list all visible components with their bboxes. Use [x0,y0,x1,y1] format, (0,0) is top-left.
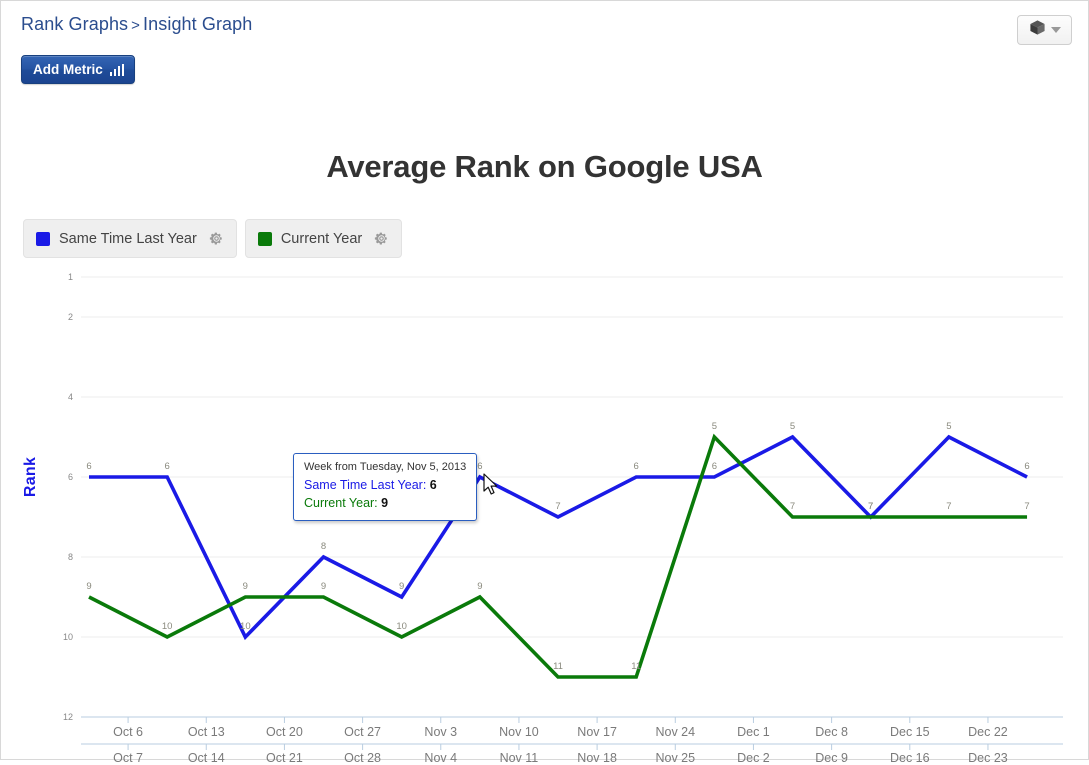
x-axis-tick-label: Oct 28 [344,751,382,765]
data-point-label: 6 [86,461,92,472]
gear-icon[interactable] [374,231,389,246]
x-axis-tick-label: Dec 2 [737,751,770,765]
data-point-label: 11 [553,661,563,672]
legend-color-swatch [257,231,272,246]
legend-item-same-time-last-year[interactable]: Same Time Last Year [23,219,237,258]
data-point-label: 9 [242,581,248,592]
breadcrumb-link-rank-graphs[interactable]: Rank Graphs [21,14,128,34]
data-point-label: 11 [631,661,642,672]
y-axis-tick-label: 4 [67,392,73,402]
data-point-label: 6 [1024,461,1030,472]
mouse-cursor-icon [483,473,500,502]
x-axis-tick-label: Dec 9 [815,751,848,765]
legend-item-label: Current Year [280,230,363,247]
data-point-label: 7 [789,501,796,512]
legend-item-current-year[interactable]: Current Year [244,219,403,258]
app-page: Rank Graphs > Insight Graph Add Metric Ave… [0,0,1089,765]
x-axis-tick-label: Oct 20 [266,725,303,739]
y-axis-label: Rank [22,456,39,498]
data-point-label: 6 [164,461,170,472]
x-axis-tick-label: Nov 11 [499,751,539,765]
data-point-label: 9 [320,581,327,592]
x-axis-tick-label: Dec 8 [815,725,848,739]
data-point-label: 7 [868,501,874,512]
tooltip-row-last-year-label: Same Time Last Year: [304,477,427,492]
add-metric-label: Add Metric [33,62,103,77]
x-axis-tick-label: Dec 23 [968,751,1008,765]
data-point-label: 7 [946,501,952,512]
data-point-label: 7 [555,501,561,512]
legend-item-label: Same Time Last Year [59,230,197,247]
data-point-label: 6 [711,461,718,472]
data-point-label: 9 [477,581,483,592]
tooltip-header: Week from Tuesday, Nov 5, 2013 [304,461,467,473]
x-axis-tick-label: Nov 4 [424,751,458,765]
bar-chart-icon [109,63,125,76]
y-axis-tick-label: 12 [62,712,73,722]
cube-icon [1029,19,1046,41]
tooltip-row-current-year: Current Year: 9 [304,494,466,512]
add-metric-button[interactable]: Add Metric [21,55,136,84]
legend-color-swatch [36,231,50,246]
caret-down-icon [1050,27,1061,33]
breadcrumb-separator: > [131,17,141,34]
tooltip-row-last-year-value: 6 [429,477,437,492]
chart-plot [81,276,1063,750]
data-point-label: 7 [1024,501,1030,512]
chart-tooltip: Week from Tuesday, Nov 5, 2013 Same Time… [293,453,478,522]
data-point-label: 10 [240,621,251,632]
x-axis-tick-label: Dec 22 [968,725,1008,739]
x-axis-tick-label: Nov 24 [655,725,696,739]
x-axis-tick-label: Nov 17 [577,725,617,739]
x-axis-tick-label: Nov 3 [424,725,458,739]
x-axis-tick-label: Dec 1 [737,725,770,739]
chart-title: Average Rank on Google USA [326,149,763,184]
x-axis-tick-label: Oct 6 [113,725,144,739]
x-axis-tick-label: Nov 10 [499,725,539,739]
x-axis-tick-label: Dec 16 [889,751,930,765]
tooltip-row-current-year-value: 9 [381,496,389,511]
breadcrumb-current-insight-graph[interactable]: Insight Graph [143,14,252,34]
data-point-label: 10 [396,621,407,632]
data-point-label: 9 [399,581,405,592]
x-axis-tick-label: Nov 25 [655,751,696,765]
tooltip-row-last-year: Same Time Last Year: 6 [304,476,466,494]
data-point-label: 5 [711,421,718,432]
breadcrumb: Rank Graphs > Insight Graph [21,14,252,35]
data-point-label: 8 [320,541,327,552]
data-point-label: 6 [633,461,639,472]
x-axis-tick-label: Nov 18 [577,751,617,765]
view-mode-button[interactable] [1017,15,1072,45]
data-point-label: 5 [789,421,796,432]
gear-icon[interactable] [209,231,224,246]
data-point-label: 6 [477,461,483,472]
y-axis-tick-label: 1 [67,272,73,282]
data-point-label: 9 [86,581,92,592]
data-point-label: 5 [946,421,952,432]
data-point-label: 10 [161,621,173,632]
y-axis-tick-label: 8 [67,552,73,562]
y-axis-tick-label: 2 [67,312,73,322]
x-axis-tick-label: Dec 15 [889,725,930,739]
y-axis-tick-label: 10 [62,632,73,642]
x-axis-tick-label: Oct 7 [113,751,144,765]
x-axis-tick-label: Oct 13 [187,725,225,739]
tooltip-row-current-year-label: Current Year: [304,496,378,511]
chart-legend: Same Time Last Year Current Year [23,219,403,258]
x-axis-tick-label: Oct 21 [266,751,303,765]
x-axis-tick-label: Oct 27 [344,725,382,739]
x-axis-tick-label: Oct 14 [187,751,225,765]
